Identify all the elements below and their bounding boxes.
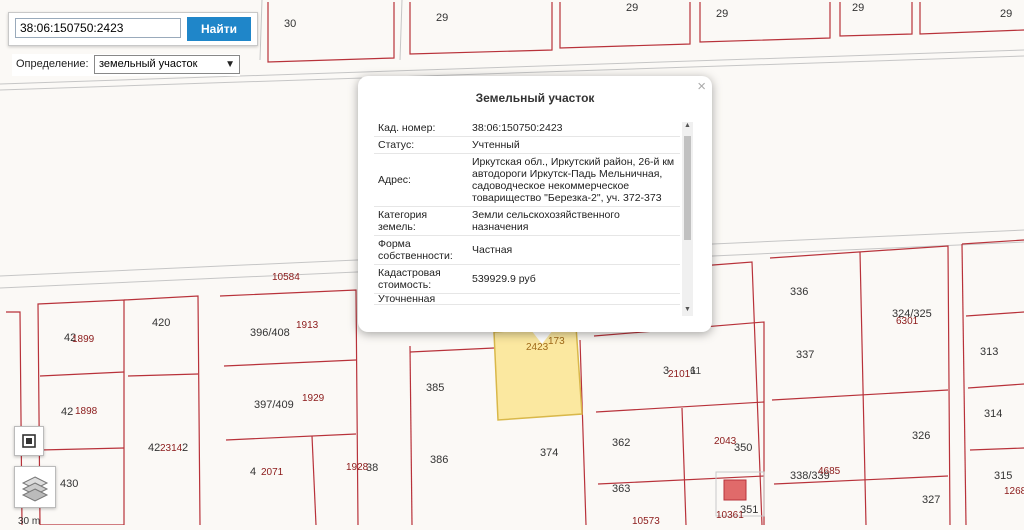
parcel-label: 29 — [626, 2, 639, 14]
layers-button[interactable] — [14, 466, 56, 508]
definition-panel: Определение: земельный участок ▼ — [12, 54, 240, 76]
cadastral-number: 2101 — [668, 369, 691, 380]
parcel-label: 397/409 — [254, 399, 294, 411]
cadastral-number: 1928 — [346, 462, 369, 473]
info-row: Адрес: Иркутская обл., Иркутский район, 2… — [374, 153, 680, 207]
parcel-label: 29 — [716, 8, 729, 20]
info-key: Статус: — [374, 136, 468, 154]
upper-parcels — [267, 2, 1024, 63]
parcel-label: 374 — [540, 447, 559, 459]
info-key: Адрес: — [374, 153, 468, 207]
info-value: Земли сельскохозяйственного назначения — [468, 206, 680, 236]
scrollbar-thumb[interactable] — [684, 136, 691, 240]
parcel-info-popup: × Земельный участок Кад. номер: 38:06:150… — [358, 76, 712, 332]
cadastral-number: 1899 — [72, 334, 95, 345]
info-row: Категория земель: Земли сельскохозяйствен… — [374, 206, 680, 236]
layers-icon — [21, 476, 49, 502]
parcel-label: 420 — [152, 317, 171, 329]
parcel-label: 29 — [1000, 8, 1013, 20]
definition-selected-value: земельный участок — [99, 58, 198, 70]
info-value: 38:06:150750:2423 — [468, 120, 680, 137]
parcel-label: 315 — [994, 470, 1013, 482]
parcel-label: 314 — [984, 408, 1003, 420]
cadastral-number: 2071 — [261, 467, 284, 478]
parcel-label: 4 — [250, 466, 257, 478]
building — [723, 479, 747, 501]
cadastral-number: 1268 — [1004, 486, 1024, 497]
frame-select-icon — [22, 434, 36, 448]
parcel-label: 29 — [436, 12, 449, 24]
chevron-down-icon: ▼ — [225, 59, 235, 70]
parcel-label: 29 — [852, 2, 865, 14]
cadastral-number: 1898 — [75, 406, 98, 417]
frame-select-button[interactable] — [14, 426, 44, 456]
find-button[interactable]: Найти — [187, 17, 251, 41]
parcel-label: 327 — [922, 494, 941, 506]
parcel-label: 350 — [734, 442, 753, 454]
info-value: Иркутская обл., Иркутский район, 26-й км… — [468, 153, 680, 207]
cadastral-number: 2314 — [160, 443, 183, 454]
parcel-label: 362 — [612, 437, 631, 449]
popup-title: Земельный участок — [475, 91, 595, 105]
info-value: Учтенный — [468, 136, 680, 154]
parcel-label: 336 — [790, 286, 809, 298]
info-row: Форма собственности: Частная — [374, 235, 680, 265]
parcel-label: 326 — [912, 430, 931, 442]
cadastral-number: 1929 — [302, 393, 325, 404]
search-input[interactable] — [15, 18, 181, 38]
info-row: Уточненная — [374, 293, 680, 305]
info-key: Уточненная — [374, 293, 468, 305]
parcel-label: 363 — [612, 483, 631, 495]
info-value: Частная — [468, 235, 680, 265]
search-panel: Найти — [8, 12, 258, 46]
scale-label: 30 m — [18, 516, 41, 527]
parcel-label: 396/408 — [250, 327, 290, 339]
parcel-info-table: Кад. номер: 38:06:150750:2423 Статус: Учте… — [374, 120, 680, 305]
parcel-label: 42 — [148, 442, 161, 454]
parcel-label: 30 — [284, 18, 297, 30]
parcel-label: 313 — [980, 346, 999, 358]
parcel-label: 430 — [60, 478, 79, 490]
cadastral-number: 10361 — [716, 510, 744, 521]
info-key: Форма собственности: — [374, 235, 468, 265]
cadastral-number: 10584 — [272, 272, 300, 283]
info-row: Кадастровая стоимость: 539929.9 руб — [374, 264, 680, 294]
info-row: Кад. номер: 38:06:150750:2423 — [374, 120, 680, 137]
popup-scrollbar[interactable]: ▲ ▼ — [682, 122, 693, 316]
info-key: Категория земель: — [374, 206, 468, 236]
cadastral-number: 10573 — [632, 516, 660, 527]
parcel-label: 386 — [430, 454, 449, 466]
info-row: Статус: Учтенный — [374, 136, 680, 154]
parcel-label: 385 — [426, 382, 445, 394]
info-value: 539929.9 руб — [468, 264, 680, 294]
scroll-up-icon[interactable]: ▲ — [682, 122, 693, 132]
scroll-down-icon[interactable]: ▼ — [682, 306, 693, 316]
cadastral-number: 2043 — [714, 436, 737, 447]
cadastral-number: 6301 — [896, 316, 919, 327]
info-key: Кад. номер: — [374, 120, 468, 137]
parcel-label: 337 — [796, 349, 815, 361]
popup-pointer — [531, 330, 553, 344]
definition-label: Определение: — [16, 58, 89, 70]
cadastral-number: 4685 — [818, 466, 841, 477]
parcel-label: 42 — [61, 406, 74, 418]
info-key: Кадастровая стоимость: — [374, 264, 468, 294]
info-value — [468, 293, 680, 305]
definition-select[interactable]: земельный участок ▼ — [94, 55, 240, 74]
cadastral-number: 1913 — [296, 320, 319, 331]
parcel-label: 2 — [182, 442, 189, 454]
cadastral-number: 61 — [690, 366, 702, 377]
